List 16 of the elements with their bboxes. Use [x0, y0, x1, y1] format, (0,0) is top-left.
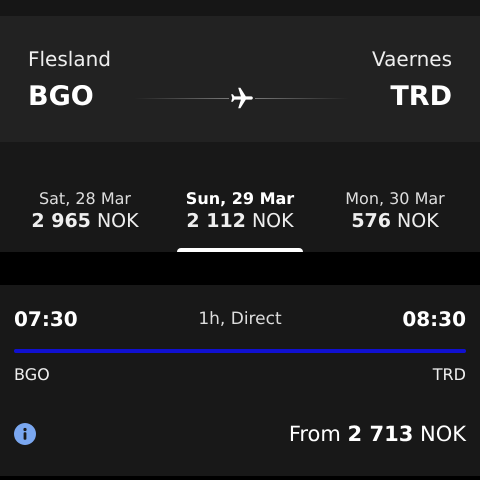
date-tab[interactable]: Mon, 30 Mar 576 NOK: [320, 142, 470, 252]
departure-airport: BGO: [14, 365, 50, 384]
departure-time: 07:30: [14, 307, 78, 331]
arrival-airport: TRD: [432, 365, 466, 384]
airplane-icon: [228, 85, 254, 111]
flight-card[interactable]: 07:30 1h, Direct 08:30 BGO TRD From 2 713 NOK: [0, 285, 480, 476]
origin-city: Flesland: [28, 46, 111, 70]
info-icon[interactable]: [14, 423, 36, 445]
flight-price: From 2 713 NOK: [288, 422, 466, 446]
date-tab[interactable]: Sat, 28 Mar 2 965 NOK: [10, 142, 160, 252]
destination-code: TRD: [390, 80, 452, 112]
date-tab[interactable]: Sun, 29 Mar 2 112 NOK: [165, 142, 315, 252]
destination-city: Vaernes: [372, 46, 452, 70]
flight-duration: 1h, Direct: [198, 309, 282, 329]
arrival-time: 08:30: [402, 307, 466, 331]
origin-code: BGO: [28, 80, 95, 112]
